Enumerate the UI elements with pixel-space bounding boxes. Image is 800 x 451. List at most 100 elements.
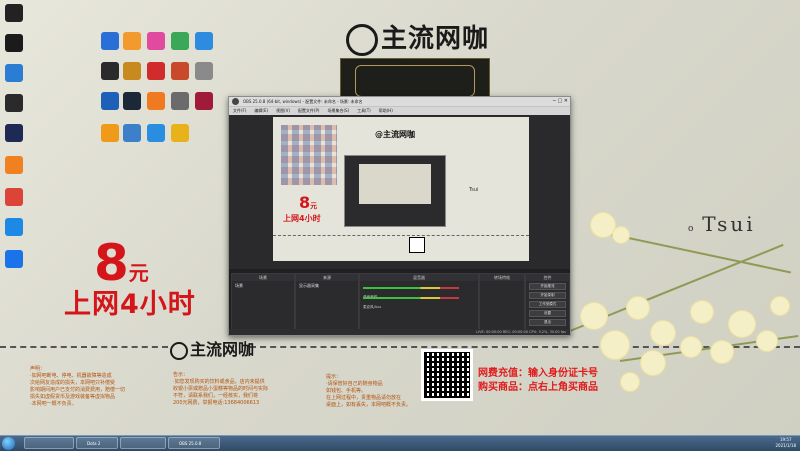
minimize-icon[interactable]: ─ — [553, 98, 556, 104]
mixer-mic[interactable]: 麦克风/Aux — [363, 293, 475, 309]
mixer-mic-label: 麦克风/Aux — [363, 305, 382, 309]
window-controls[interactable]: ─ □ ✕ — [553, 97, 568, 106]
mixer-desktop-audio[interactable]: 桌面音频 — [363, 283, 475, 299]
notice-statement: 声明： ·如网吧断电、停电、机器故障等造成 次给网友造成的损失，本网吧只补偿受 … — [30, 366, 126, 407]
logitech-g-icon[interactable] — [0, 34, 28, 64]
menu-tools[interactable]: 工具(T) — [357, 108, 371, 113]
flower — [680, 336, 702, 358]
icon-r2-5[interactable] — [190, 62, 218, 92]
preview-qr — [409, 237, 425, 253]
preview-price-number: 8 — [299, 193, 311, 212]
qr-pattern — [424, 352, 470, 398]
preview-divider — [273, 235, 529, 236]
icon-r1-3-glyph — [147, 32, 165, 50]
icon-r4-4-glyph — [171, 124, 189, 142]
google-chrome-glyph — [5, 188, 23, 206]
flower — [728, 310, 756, 338]
controls-header: 控件 — [526, 274, 569, 281]
app-cloud-glyph — [5, 218, 23, 236]
tsui-text: o Tsui — [688, 212, 756, 236]
volume-meter — [363, 297, 459, 299]
wallpaper-brand-logo: 主流网咖 — [346, 18, 489, 56]
clock-date: 2021/1/18 — [775, 443, 796, 448]
menu-profile[interactable]: 配置文件(P) — [298, 108, 320, 113]
epic-games-icon[interactable] — [0, 4, 28, 34]
icon-r3-3-glyph — [147, 92, 165, 110]
obs-titlebar[interactable]: OBS 25.0.8 (64-bit, windows) - 配置文件: 未命名… — [229, 97, 570, 106]
obs-studio-icon[interactable] — [0, 94, 28, 124]
menu-edit[interactable]: 编辑(E) — [254, 108, 268, 113]
source-item[interactable]: 显示器采集 — [296, 281, 358, 291]
desktop: 主流网咖 8元 上网4小时 主流网咖 声明： ·如网吧断电、停电、机器故障等造成… — [0, 0, 800, 435]
notice-announcement: 告示： ·如您发现购买的饮料或食品，店内未提供 收银小票或赠品小蛋糕等物品的时间… — [173, 372, 269, 406]
menu-view[interactable]: 视图(V) — [276, 108, 290, 113]
notice-tip: 提示： ·请保管好自己的随身物品 如钱包、手机等。 在上网过程中，贵重物品请勿放… — [326, 374, 412, 408]
exit-button[interactable]: 退出 — [529, 319, 566, 326]
app-dark-glyph — [5, 124, 23, 142]
app-orange-icon[interactable] — [0, 156, 28, 186]
transitions-header: 转场特效 — [480, 274, 524, 281]
maximize-icon[interactable]: □ — [557, 98, 562, 104]
scene-item[interactable]: 场景 — [232, 281, 294, 291]
taskbar-item[interactable] — [120, 437, 166, 449]
at-logo-icon — [170, 341, 188, 360]
taskbar-item[interactable] — [24, 437, 74, 449]
taskbar-item-dota[interactable]: Dota 2 — [76, 437, 118, 449]
scenes-header: 场景 — [232, 274, 294, 281]
preview-price-unit: 元 — [310, 202, 318, 210]
recharge-text: 网费充值：输入身份证卡号 — [478, 368, 598, 379]
close-icon[interactable]: ✕ — [564, 98, 568, 104]
menu-file[interactable]: 文件(F) — [233, 108, 246, 113]
flower — [690, 300, 714, 324]
icon-r2-5-glyph — [195, 62, 213, 80]
volume-meter — [363, 287, 459, 289]
preview-nested-canvas — [359, 164, 431, 204]
start-button[interactable] — [2, 437, 15, 450]
menu-scene-collection[interactable]: 场景集合(S) — [327, 108, 349, 113]
flower — [626, 296, 650, 320]
start-recording-button[interactable]: 开始录制 — [529, 292, 566, 299]
taskbar-item-label: Dota 2 — [87, 441, 101, 446]
preview-nested-obs — [344, 155, 446, 227]
icon-r2-3-glyph — [147, 62, 165, 80]
flower — [580, 302, 608, 330]
flower — [612, 226, 630, 244]
start-streaming-button[interactable]: 开始推流 — [529, 283, 566, 290]
tsui-label: Tsui — [702, 212, 756, 236]
system-clock[interactable]: 19:57 2021/1/18 — [775, 437, 796, 449]
clock-time: 19:57 — [779, 437, 792, 442]
obs-window[interactable]: OBS 25.0.8 (64-bit, windows) - 配置文件: 未命名… — [228, 96, 571, 336]
icon-r4-2-glyph — [123, 124, 141, 142]
obs-studio-glyph — [5, 94, 23, 112]
obs-statusbar: LIVE: 00:00:00 REC: 00:00:00 CPU: 3.2%, … — [229, 329, 570, 335]
wallpaper-brand-mid-text: 主流网咖 — [190, 340, 255, 359]
internet-explorer-icon[interactable] — [0, 250, 28, 280]
internet-explorer-glyph — [5, 250, 23, 268]
icon-r2-2-glyph — [123, 62, 141, 80]
icon-r4-4[interactable] — [166, 124, 194, 154]
taskbar: Dota 2 OBS 25.0.8 19:57 2021/1/18 — [0, 435, 800, 451]
logitech-g-glyph — [5, 34, 23, 52]
icon-r1-1-glyph — [101, 32, 119, 50]
menu-help[interactable]: 帮助(H) — [379, 108, 393, 113]
qr-code — [421, 349, 473, 401]
obs-docks: 场景 场景 来源 显示器采集 混音器 桌面音频 麦克风/Aux 转场特效 控件 … — [229, 269, 570, 335]
divider-left — [0, 346, 168, 348]
flower — [756, 330, 778, 352]
app-dark-icon[interactable] — [0, 124, 28, 154]
icon-r1-5[interactable] — [190, 32, 218, 62]
wallpaper-brand-text: 主流网咖 — [381, 24, 490, 54]
settings-button[interactable]: 设置 — [529, 310, 566, 317]
studio-mode-button[interactable]: 工作室模式 — [529, 301, 566, 308]
google-chrome-icon[interactable] — [0, 188, 28, 218]
obs-preview[interactable]: @主流网咖 8元 上网4小时 Tsui — [273, 117, 529, 261]
taskbar-item-obs[interactable]: OBS 25.0.8 — [168, 437, 220, 449]
icon-r3-2-glyph — [123, 92, 141, 110]
icon-r1-5-glyph — [195, 32, 213, 50]
icon-r2-1-glyph — [101, 62, 119, 80]
app-circle-icon[interactable] — [0, 64, 28, 94]
flower — [710, 340, 734, 364]
preview-slogan: 上网4小时 — [283, 214, 321, 223]
app-cloud-icon[interactable] — [0, 218, 28, 248]
icon-r3-5[interactable] — [190, 92, 218, 122]
